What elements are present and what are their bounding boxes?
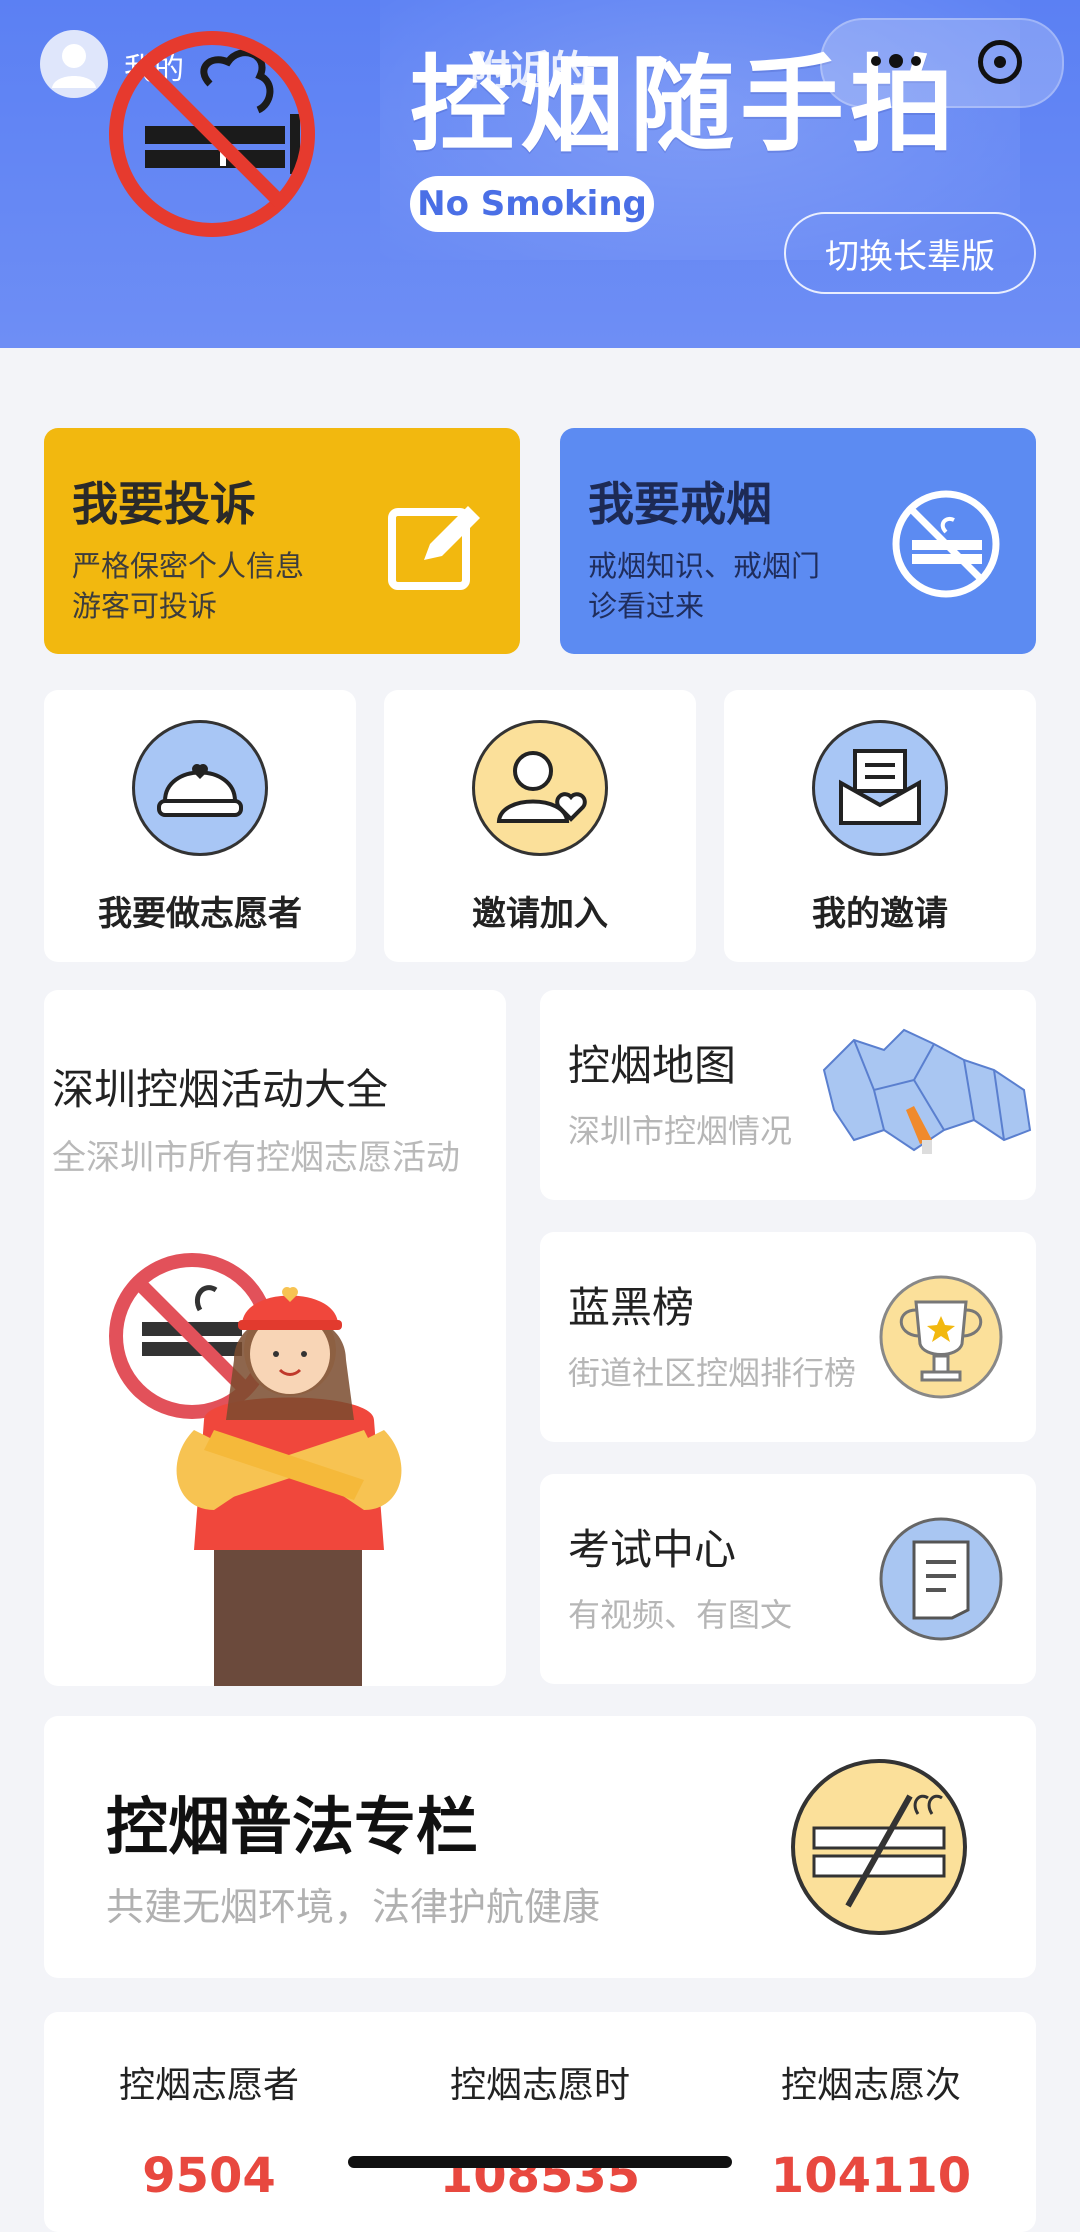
more-icon[interactable] [856, 26, 936, 96]
activity-title: 深圳控烟活动大全 [52, 1065, 389, 1114]
home-indicator[interactable] [348, 2156, 732, 2168]
quit-smoking-card[interactable]: 我要戒烟 戒烟知识、戒烟门 诊看过来 [560, 428, 1036, 654]
volunteer-label: 我要做志愿者 [98, 894, 302, 934]
law-title: 控烟普法专栏 [106, 1790, 479, 1863]
invite-label: 邀请加入 [472, 894, 608, 934]
volunteer-illustration [109, 1253, 402, 1686]
exam-subtitle: 有视频、有图文 [568, 1596, 793, 1634]
exam-center-card[interactable]: 考试中心 有视频、有图文 [540, 1474, 1036, 1684]
ranking-subtitle: 街道社区控烟排行榜 [568, 1354, 857, 1392]
law-subtitle: 共建无烟环境，法律护航健康 [106, 1885, 601, 1929]
invite-card[interactable]: 邀请加入 [384, 690, 696, 962]
my-invitations-label: 我的邀请 [812, 894, 948, 934]
stat-volunteers: 控烟志愿者 9504 [44, 2056, 374, 2204]
no-cigarette-icon [791, 1759, 967, 1935]
no-smoking-icon [892, 490, 1000, 598]
complain-title: 我要投诉 [72, 477, 256, 531]
document-icon [879, 1517, 1003, 1641]
stat-label: 控烟志愿者 [118, 2065, 299, 2106]
close-target-icon[interactable] [978, 40, 1022, 84]
map-icon [822, 1028, 1032, 1154]
title-overlay-text: 附近的 [470, 48, 590, 94]
activity-card[interactable]: 深圳控烟活动大全 全深圳市所有控烟志愿活动 [44, 990, 506, 1686]
map-title: 控烟地图 [568, 1041, 737, 1090]
user-icon [52, 44, 96, 88]
complain-subtitle-2: 游客可投诉 [72, 589, 218, 623]
quit-title: 我要戒烟 [588, 477, 772, 531]
invitation-envelope-icon [812, 720, 948, 856]
my-invitations-card[interactable]: 我的邀请 [724, 690, 1036, 962]
complain-card[interactable]: 我要投诉 严格保密个人信息 游客可投诉 [44, 428, 520, 654]
no-smoking-pill: No Smoking [410, 176, 654, 232]
ranking-title: 蓝黑榜 [568, 1283, 695, 1332]
edit-icon [388, 506, 480, 590]
activity-subtitle: 全深圳市所有控烟志愿活动 [52, 1138, 460, 1178]
map-subtitle: 深圳市控烟情况 [568, 1112, 793, 1150]
quit-subtitle-1: 戒烟知识、戒烟门 [588, 549, 821, 583]
elder-mode-button[interactable]: 切换长辈版 [784, 212, 1036, 294]
smoke-control-map-card[interactable]: 控烟地图 深圳市控烟情况 [540, 990, 1036, 1200]
invite-user-icon [472, 720, 608, 856]
trophy-icon [879, 1275, 1003, 1399]
exam-title: 考试中心 [568, 1525, 737, 1574]
avatar[interactable] [40, 30, 108, 98]
law-column-card[interactable]: 控烟普法专栏 共建无烟环境，法律护航健康 [44, 1716, 1036, 1978]
stat-label: 控烟志愿时 [449, 2065, 630, 2106]
stat-times: 控烟志愿次 104110 [706, 2056, 1036, 2204]
volunteer-cap-icon [132, 720, 268, 856]
stat-label: 控烟志愿次 [780, 2065, 961, 2106]
quit-subtitle-2: 诊看过来 [588, 589, 705, 623]
complain-subtitle-1: 严格保密个人信息 [72, 549, 305, 583]
stats-card: 控烟志愿者 9504 控烟志愿时 108535 控烟志愿次 104110 [44, 2012, 1036, 2232]
blue-black-list-card[interactable]: 蓝黑榜 街道社区控烟排行榜 [540, 1232, 1036, 1442]
no-smoking-banner-icon [109, 31, 315, 237]
volunteer-card[interactable]: 我要做志愿者 [44, 690, 356, 962]
stat-hours: 控烟志愿时 108535 [375, 2056, 705, 2204]
